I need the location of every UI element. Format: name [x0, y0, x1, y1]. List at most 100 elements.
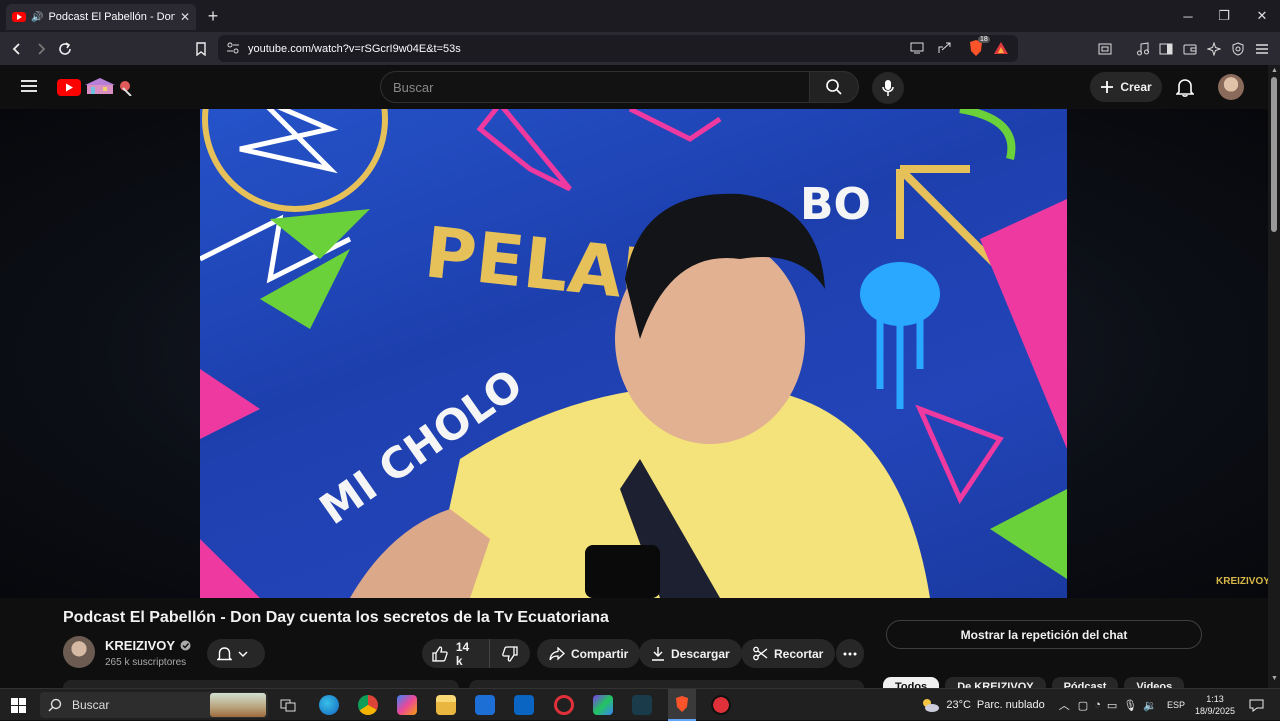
show-chat-replay-button[interactable]: Mostrar la repetición del chat — [886, 620, 1202, 649]
more-horizontal-icon — [843, 652, 857, 655]
input-language[interactable]: ESP — [1167, 700, 1185, 710]
search-icon — [826, 79, 842, 95]
extension-badge: 18 — [978, 36, 990, 43]
task-view-icon[interactable] — [278, 695, 298, 715]
download-label: Descargar — [671, 646, 730, 661]
partly-cloudy-icon — [923, 699, 940, 712]
copilot-icon[interactable] — [397, 695, 417, 715]
scissors-icon — [753, 646, 768, 661]
create-button[interactable]: Crear — [1090, 72, 1162, 102]
like-count: 14 k — [455, 639, 470, 668]
copilot-beta-icon[interactable] — [593, 695, 613, 715]
account-avatar[interactable] — [1218, 74, 1244, 100]
weather-widget[interactable]: 23°C Parc. nublado — [920, 697, 1045, 713]
voice-search-button[interactable] — [872, 72, 904, 104]
windows-start-icon[interactable] — [11, 698, 26, 713]
back-button[interactable] — [6, 38, 28, 60]
weather-condition: Parc. nublado — [976, 699, 1045, 711]
scroll-down-arrow-icon[interactable]: ▼ — [1271, 675, 1278, 682]
sidebar-toggle-icon[interactable] — [1094, 38, 1116, 60]
clock-time: 1:13 — [1206, 694, 1224, 704]
cast-icon[interactable] — [910, 42, 924, 54]
channel-name-link[interactable]: KREIZIVOY — [105, 638, 191, 653]
taskbar-search-label: Buscar — [72, 698, 110, 712]
temperature: 23°C — [946, 699, 971, 711]
notifications-icon[interactable] — [1176, 78, 1194, 97]
browser-toolbar: youtube.com/watch?v=rSGcrI9w04E&t=53s 18 — [0, 32, 1280, 65]
share-label: Compartir — [571, 646, 629, 661]
clock[interactable]: 1:13 18/9/2025 — [1195, 693, 1235, 717]
store-icon[interactable] — [475, 695, 495, 715]
bell-icon — [217, 646, 232, 660]
browser-tab[interactable]: 🔊 Podcast El Pabellón - Don Day ✕ — [6, 4, 196, 30]
maximize-button[interactable]: ❐ — [1206, 0, 1242, 32]
chrome-icon[interactable] — [358, 695, 378, 715]
share-button[interactable]: Compartir — [537, 639, 641, 668]
sidebar-panel-icon[interactable] — [1155, 38, 1177, 60]
menu-icon[interactable] — [1251, 38, 1273, 60]
share-url-icon[interactable] — [938, 42, 952, 54]
tray-volume-icon[interactable]: 🔉 — [1143, 699, 1157, 712]
file-explorer-icon[interactable] — [436, 695, 456, 715]
windows-taskbar: Buscar 23°C Parc. nublado ︿ ▢ ◔ ▭ 🎙 🔉 ES… — [0, 688, 1280, 721]
chevron-down-icon — [238, 651, 248, 657]
edge-icon[interactable] — [319, 695, 339, 715]
speaker-icon[interactable]: 🔊 — [31, 12, 43, 23]
subscriber-count: 265 k suscriptores — [105, 657, 187, 668]
taskbar-search-icon — [48, 698, 62, 712]
media-icon[interactable] — [1132, 38, 1154, 60]
video-title: Podcast El Pabellón - Don Day cuenta los… — [63, 609, 609, 626]
chat-replay-label: Mostrar la repetición del chat — [960, 627, 1128, 642]
browser-tab-strip: 🔊 Podcast El Pabellón - Don Day ✕ + ─ ❐ … — [0, 0, 1280, 32]
outlook-icon[interactable] — [514, 695, 534, 715]
forward-button[interactable] — [30, 38, 52, 60]
tray-microphone-icon[interactable]: 🎙 — [1123, 699, 1137, 712]
vpn-icon[interactable] — [1227, 38, 1249, 60]
bookmark-icon[interactable] — [190, 38, 212, 60]
reload-button[interactable] — [54, 38, 76, 60]
app-icon[interactable] — [632, 695, 652, 715]
player-area[interactable]: PELAU BO MI CHOLO KREIZIVOY — [0, 109, 1270, 598]
more-actions-button[interactable] — [836, 639, 864, 668]
search-input[interactable]: Buscar — [380, 71, 810, 103]
channel-avatar[interactable] — [63, 636, 95, 668]
search-button[interactable] — [809, 71, 859, 103]
clip-label: Recortar — [774, 646, 824, 661]
leo-ai-icon[interactable] — [1203, 38, 1225, 60]
share-icon — [549, 646, 565, 660]
scrollbar-thumb[interactable] — [1271, 77, 1277, 232]
close-window-button[interactable]: ✕ — [1244, 0, 1280, 32]
guide-menu-icon[interactable] — [20, 79, 38, 93]
opera-icon[interactable] — [554, 695, 574, 715]
page-scrollbar[interactable]: ▲ ▼ — [1268, 65, 1280, 688]
clip-button[interactable]: Recortar — [741, 639, 836, 668]
dislike-button[interactable] — [490, 639, 530, 668]
tray-sync-icon[interactable]: ◔ — [1094, 699, 1101, 711]
like-dislike-group: 14 k — [422, 639, 530, 668]
minimize-button[interactable]: ─ — [1170, 0, 1206, 32]
notification-bell-button[interactable] — [207, 639, 265, 668]
like-button[interactable]: 14 k — [422, 639, 490, 668]
thumbs-down-icon — [502, 645, 518, 662]
plus-icon — [1101, 81, 1114, 93]
scroll-up-arrow-icon[interactable]: ▲ — [1271, 67, 1278, 74]
download-button[interactable]: Descargar — [639, 639, 742, 668]
create-label: Crear — [1120, 80, 1152, 94]
brave-taskbar-icon[interactable] — [668, 689, 696, 721]
new-tab-button[interactable]: + — [195, 0, 231, 32]
site-settings-icon[interactable] — [226, 41, 240, 55]
address-bar[interactable]: youtube.com/watch?v=rSGcrI9w04E&t=53s 18 — [218, 35, 1018, 62]
clock-date: 18/9/2025 — [1194, 706, 1235, 716]
notification-center-icon[interactable] — [1249, 699, 1264, 712]
tray-network-icon[interactable]: ▭ — [1107, 699, 1117, 712]
youtube-logo[interactable] — [57, 78, 137, 96]
tray-overflow-icon[interactable]: ︿ — [1059, 697, 1070, 713]
taskbar-search[interactable]: Buscar — [40, 692, 268, 718]
video-player[interactable]: PELAU BO MI CHOLO — [200, 109, 1067, 598]
app-red-icon[interactable] — [711, 695, 731, 715]
tray-app-icon[interactable]: ▢ — [1078, 699, 1088, 712]
wallet-icon[interactable] — [1179, 38, 1201, 60]
close-tab-icon[interactable]: ✕ — [180, 10, 190, 24]
brave-rewards-icon[interactable] — [994, 42, 1008, 54]
channel-watermark[interactable]: KREIZIVOY — [1216, 576, 1270, 587]
